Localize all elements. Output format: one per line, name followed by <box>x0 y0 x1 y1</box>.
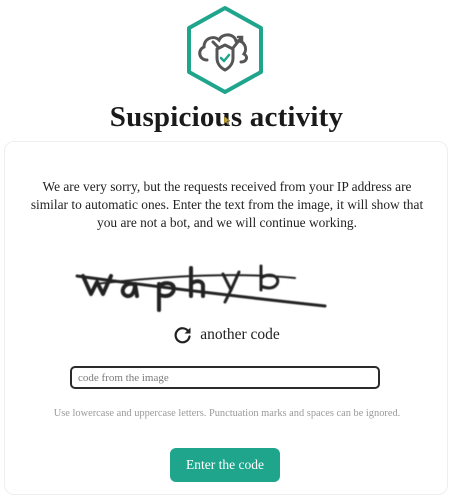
another-code-button[interactable]: another code <box>5 326 449 344</box>
cloud-shield-icon <box>183 4 267 96</box>
another-code-label: another code <box>200 326 280 343</box>
captcha-code-input[interactable] <box>70 366 380 389</box>
refresh-icon <box>174 326 192 344</box>
enter-code-button[interactable]: Enter the code <box>170 448 280 482</box>
explanation-text: We are very sorry, but the requests rece… <box>30 179 424 230</box>
mouse-cursor-icon <box>224 116 231 125</box>
captcha-image <box>75 254 365 318</box>
captcha-card: We are very sorry, but the requests rece… <box>4 141 448 495</box>
input-hint-text: Use lowercase and uppercase letters. Pun… <box>53 408 401 419</box>
